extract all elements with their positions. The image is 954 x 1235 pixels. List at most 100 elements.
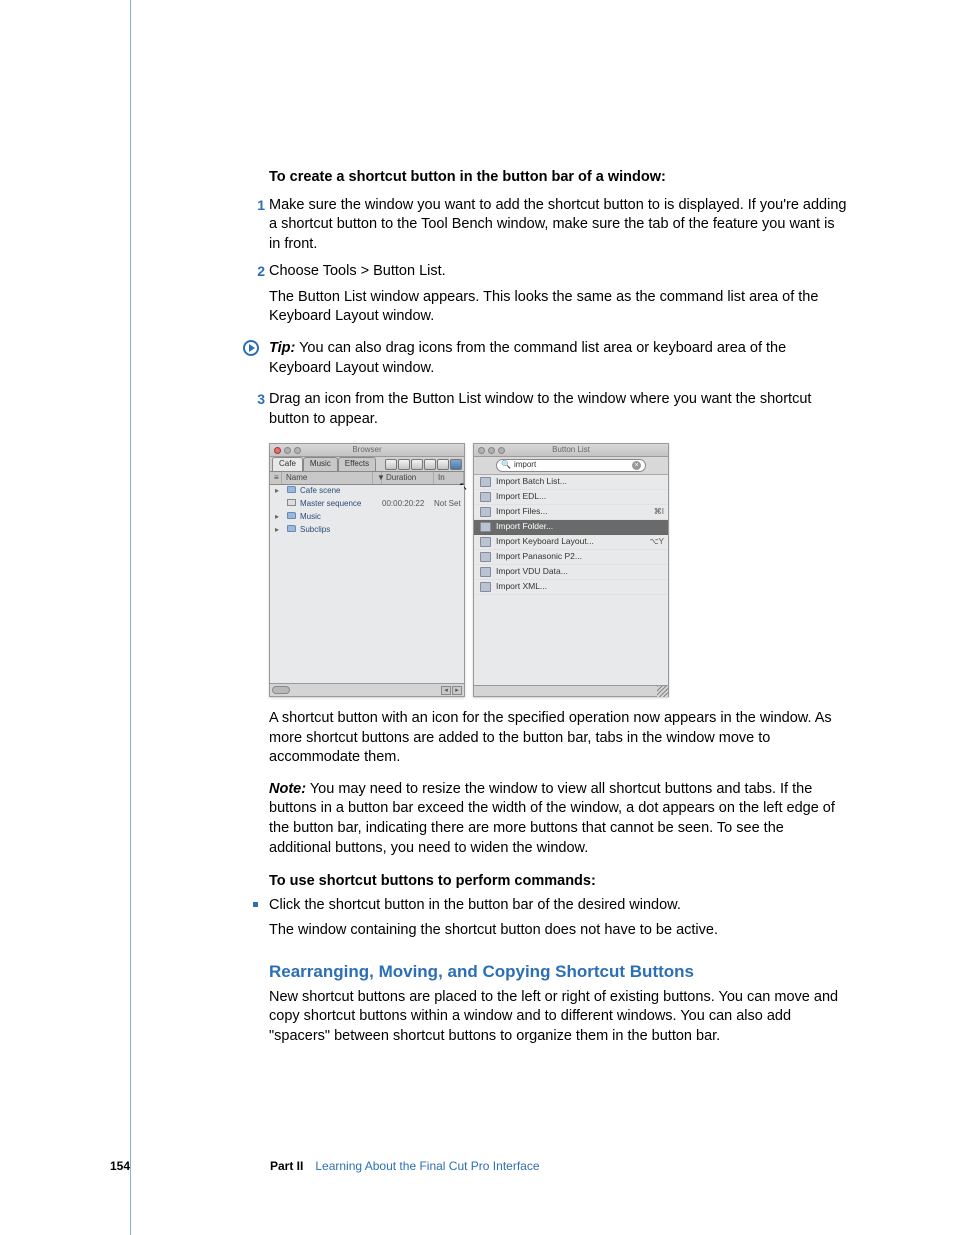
page-number: 154	[110, 1159, 150, 1173]
command-icon	[480, 522, 491, 532]
tip-icon	[243, 340, 259, 356]
command-icon	[480, 507, 491, 517]
bin-row: ▸ Subclips	[270, 524, 464, 537]
sequence-row: Master sequence 00:00:20:22 Not Set	[270, 498, 464, 511]
search-field: 🔍 import ×	[496, 459, 646, 472]
main-content: To create a shortcut button in the butto…	[269, 168, 849, 1046]
window-title: Browser	[270, 445, 464, 456]
bullet-subtext: The window containing the shortcut butto…	[269, 921, 849, 941]
scroll-arrows: ◂▸	[441, 686, 462, 695]
row-name: Subclips	[298, 525, 382, 536]
bullet-text: Click the shortcut button in the button …	[269, 896, 849, 916]
heading-use-shortcut: To use shortcut buttons to perform comma…	[269, 872, 849, 892]
list-item: Import Files...⌘I	[474, 505, 668, 520]
toolbar-button	[411, 459, 423, 470]
list-item: Import VDU Data...	[474, 565, 668, 580]
screenshot-figure: Browser Cafe Music Effects ↖ ≡ Name ▼ Du	[269, 443, 669, 697]
scroll-thumb	[272, 686, 290, 694]
step-1: 1 Make sure the window you want to add t…	[269, 196, 849, 255]
note-label: Note:	[269, 781, 306, 797]
heading-create-shortcut: To create a shortcut button in the butto…	[269, 168, 849, 188]
row-name: Music	[298, 512, 382, 523]
toolbar-button	[398, 459, 410, 470]
bin-row: ▸ Music	[270, 511, 464, 524]
paragraph: A shortcut button with an icon for the s…	[269, 709, 849, 768]
command-icon	[480, 492, 491, 502]
folder-icon	[286, 486, 296, 497]
titlebar: Browser	[270, 444, 464, 457]
command-icon	[480, 537, 491, 547]
browser-window: Browser Cafe Music Effects ↖ ≡ Name ▼ Du	[269, 443, 465, 697]
disclosure-icon: ▸	[272, 525, 282, 536]
list-item: Import Panasonic P2...	[474, 550, 668, 565]
part-label: Part II	[270, 1159, 303, 1173]
command-icon	[480, 477, 491, 487]
search-text: import	[514, 460, 632, 471]
titlebar: Button List	[474, 444, 668, 457]
step-number: 3	[249, 390, 265, 409]
tab-effects: Effects	[338, 457, 376, 471]
command-icon	[480, 552, 491, 562]
tip-body: Tip: You can also drag icons from the co…	[269, 339, 849, 378]
step-text: Make sure the window you want to add the…	[269, 196, 849, 255]
row-name: Cafe scene	[298, 486, 382, 497]
list-item: Import Batch List...	[474, 475, 668, 490]
folder-icon	[286, 512, 296, 523]
resize-grip	[474, 685, 668, 696]
bin-row: ▸ Cafe scene	[270, 485, 464, 498]
col-sort: ▼	[373, 472, 382, 484]
step-number: 1	[249, 196, 265, 215]
col-duration: Duration	[382, 472, 434, 484]
step-2: 2 Choose Tools > Button List. The Button…	[269, 262, 849, 327]
section-heading: Rearranging, Moving, and Copying Shortcu…	[269, 961, 849, 984]
paragraph: New shortcut buttons are placed to the l…	[269, 988, 849, 1047]
tip-label: Tip:	[269, 340, 295, 356]
step-number: 2	[249, 262, 265, 281]
dragged-button	[450, 459, 462, 470]
command-list: Import Batch List... Import EDL... Impor…	[474, 475, 668, 685]
search-icon: 🔍	[501, 460, 511, 471]
tip-text: You can also drag icons from the command…	[269, 340, 786, 376]
window-title: Button List	[474, 445, 668, 456]
folder-icon	[286, 525, 296, 536]
col-name: Name	[282, 472, 373, 484]
scrollbar: ◂▸	[270, 683, 464, 696]
button-bar: ↖	[385, 458, 462, 471]
margin-rule	[130, 0, 131, 1235]
tip-callout: Tip: You can also drag icons from the co…	[269, 339, 849, 378]
tab-music: Music	[303, 457, 338, 471]
note-paragraph: Note: You may need to resize the window …	[269, 780, 849, 858]
row-in: Not Set	[434, 499, 464, 510]
list-item: Import Keyboard Layout...⌥Y	[474, 535, 668, 550]
list-item: Import XML...	[474, 580, 668, 595]
step-subtext: The Button List window appears. This loo…	[269, 288, 849, 327]
clear-icon: ×	[632, 461, 641, 470]
step-text: Drag an icon from the Button List window…	[269, 390, 849, 429]
toolbar-button	[424, 459, 436, 470]
col-icon: ≡	[270, 472, 282, 484]
column-header: ≡ Name ▼ Duration In	[270, 472, 464, 485]
tab-cafe: Cafe	[272, 457, 303, 471]
toolbar-button	[385, 459, 397, 470]
page-footer: 154 Part II Learning About the Final Cut…	[110, 1159, 850, 1173]
button-list-window: Button List 🔍 import × Import Batch List…	[473, 443, 669, 697]
bullet-icon	[253, 902, 258, 907]
grip-icon	[657, 686, 668, 697]
note-text: You may need to resize the window to vie…	[269, 781, 835, 856]
list-item-selected: Import Folder...	[474, 520, 668, 535]
command-icon	[480, 582, 491, 592]
toolbar-button	[437, 459, 449, 470]
step-3: 3 Drag an icon from the Button List wind…	[269, 390, 849, 429]
bullet-item: Click the shortcut button in the button …	[269, 896, 849, 941]
list-item: Import EDL...	[474, 490, 668, 505]
row-name: Master sequence	[298, 499, 382, 510]
disclosure-icon: ▸	[272, 512, 282, 523]
row-duration: 00:00:20:22	[382, 499, 434, 510]
sequence-icon	[286, 499, 296, 510]
browser-rows: ▸ Cafe scene Master sequence 00:00:20:22…	[270, 485, 464, 683]
chapter-title: Learning About the Final Cut Pro Interfa…	[315, 1159, 539, 1173]
disclosure-icon: ▸	[272, 486, 282, 497]
search-bar: 🔍 import ×	[474, 457, 668, 475]
command-icon	[480, 567, 491, 577]
step-text: Choose Tools > Button List.	[269, 262, 849, 282]
